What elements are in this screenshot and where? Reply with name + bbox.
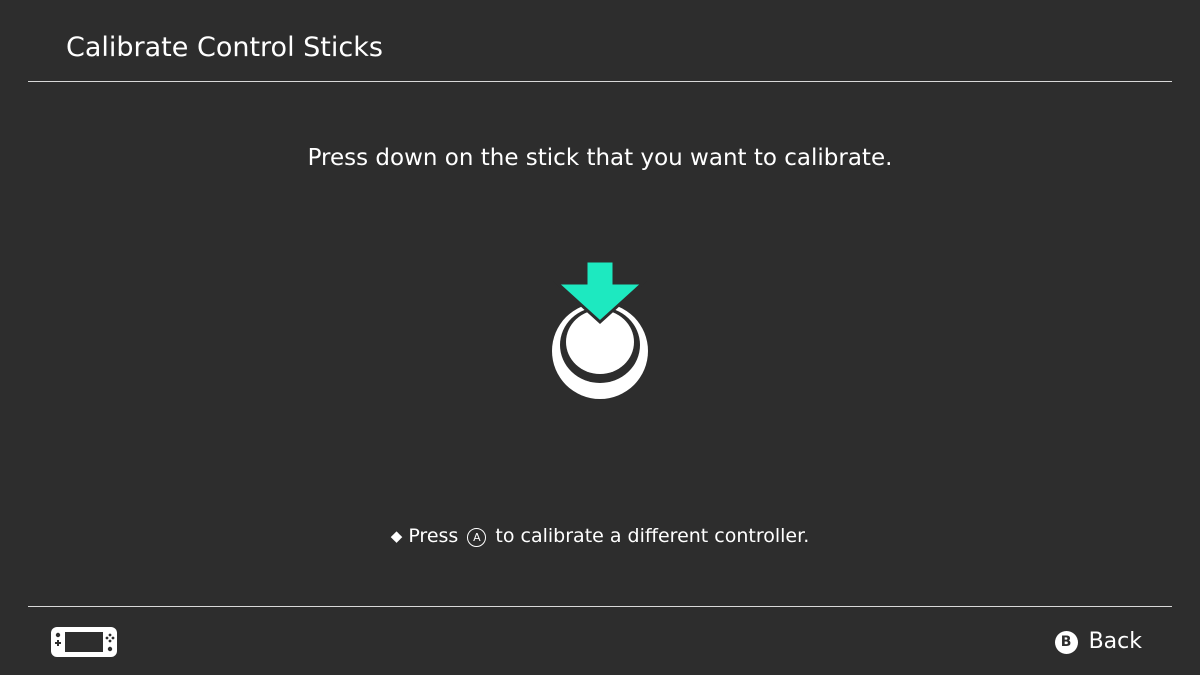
a-button-icon: A xyxy=(467,528,487,547)
hint-text: ◆ Press A to calibrate a different contro… xyxy=(0,522,1200,550)
b-button-icon: B xyxy=(1054,630,1078,654)
header-divider xyxy=(28,81,1172,82)
handheld-mode-icon xyxy=(51,627,117,657)
hint-prefix: Press xyxy=(408,525,459,547)
diamond-bullet-icon: ◆ xyxy=(390,527,403,545)
footer-divider xyxy=(28,606,1172,607)
calibration-instruction: Press down on the stick that you want to… xyxy=(307,145,893,171)
page-title: Calibrate Control Sticks xyxy=(66,32,383,63)
hint-suffix: to calibrate a different controller. xyxy=(495,525,810,547)
down-arrow xyxy=(553,259,647,325)
back-button[interactable]: B Back xyxy=(1054,627,1142,657)
stick-press-down-icon xyxy=(552,259,648,399)
back-label: Back xyxy=(1088,629,1142,654)
